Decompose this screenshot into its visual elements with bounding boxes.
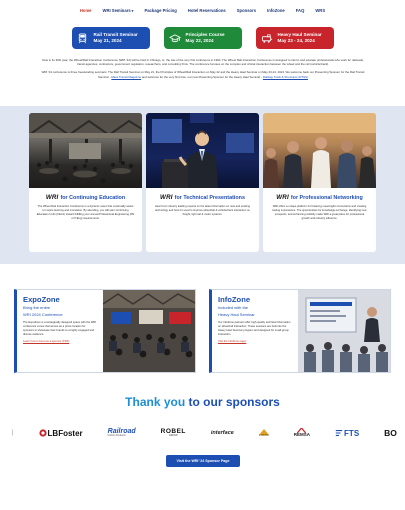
- nav-faq[interactable]: FAQ: [296, 8, 305, 13]
- nav-hotel-reservations[interactable]: Hotel Reservations: [188, 8, 226, 13]
- lbfoster-mark-icon: [38, 429, 47, 437]
- nav-home[interactable]: Home: [80, 8, 92, 13]
- remsa-name: REMSA: [293, 432, 311, 438]
- rail-transit-seminar-button[interactable]: Rail Transit Seminar May 21, 2024: [71, 27, 150, 49]
- wri-mark: WRI: [276, 194, 289, 201]
- infozone-subtitle-2: Heavy Haul Seminar: [218, 311, 255, 317]
- intro-paragraph-2: WRI '24 conference is three freestanding…: [38, 70, 368, 78]
- card-technical-presentations: WRI for Technical Presentations Hear from…: [146, 113, 259, 252]
- become-sponsor-link[interactable]: Learn how to become a sponsor (PDF): [23, 340, 97, 343]
- robel-sub: GROUP: [168, 434, 178, 438]
- principles-course-button[interactable]: Principles Course May 22, 2024: [163, 27, 242, 49]
- card-title-text: for Continuing Education: [60, 195, 126, 201]
- card-description: WRI offers a unique platform for fosteri…: [272, 205, 367, 221]
- sponsors-heading: Thank you to our sponsors: [0, 395, 405, 409]
- railroad-sub: Friction Products: [107, 434, 126, 438]
- event-date: May 22, 2024: [185, 38, 214, 43]
- networking-photo: [263, 113, 376, 188]
- expozone-description: The ExpoZone is a strategically designed…: [23, 321, 97, 337]
- graduation-cap-icon: [168, 32, 181, 44]
- nav-wri-seminars-label: WRI Seminars: [102, 7, 131, 13]
- bo-logo[interactable]: BO: [384, 428, 397, 438]
- zones: ExpoZone Bring the entire WRI 2024 Confe…: [14, 289, 391, 373]
- speaker-photo: [146, 113, 259, 188]
- sponsor-logos: | LBFoster Railroad Friction Products RO…: [12, 426, 397, 440]
- event-buttons: Rail Transit Seminar May 21, 2024 Princi…: [0, 27, 405, 49]
- expozone-subtitle-1: Bring the entire: [23, 305, 51, 311]
- intro-paragraph-1: Now in its 30th year, the Wheel/Rail Int…: [42, 58, 364, 67]
- expo-hall-photo: [103, 290, 195, 372]
- bo-name: BO: [384, 428, 397, 438]
- card-description: Hear from industry leading experts on th…: [154, 205, 250, 217]
- train-icon: [77, 32, 89, 44]
- nav-sponsors[interactable]: Sponsors: [237, 8, 256, 13]
- expozone-panel: ExpoZone Bring the entire WRI 2024 Confe…: [14, 289, 196, 373]
- card-title: WRI for Technical Presentations: [160, 194, 245, 201]
- loram-logo[interactable]: LORAM: [258, 428, 269, 438]
- fts-mark-icon: [335, 430, 343, 436]
- infozone-subtitle-1: Included with the: [218, 305, 249, 311]
- infozone-description: Our InfoZone partners offer high-quality…: [218, 321, 291, 337]
- infozone-session-photo: [298, 290, 390, 372]
- conference-hall-photo: [29, 113, 142, 188]
- fts-name: FTS: [344, 428, 360, 438]
- robel-logo[interactable]: ROBEL GROUP: [161, 428, 186, 438]
- chevron-down-icon: ▾: [131, 8, 134, 13]
- event-date: May 23 - 24, 2024: [277, 38, 315, 43]
- card-continuing-education: WRI for Continuing Education The Wheel Ra…: [29, 113, 142, 252]
- card-description: The Wheel Rail Interaction Conference is…: [36, 205, 135, 221]
- prev-arrow-icon[interactable]: |: [12, 430, 14, 436]
- nav-infozone[interactable]: InfoZone: [267, 8, 285, 13]
- intro-text: Now in its 30th year, the Wheel/Rail Int…: [38, 58, 368, 83]
- infozone-panel: InfoZone Included with the Heavy Haul Se…: [209, 289, 391, 373]
- card-title-text: for Professional Networking: [290, 195, 363, 201]
- remsa-logo[interactable]: REMSA: [294, 428, 310, 438]
- expozone-subtitle-2: WRI 2024 Conference: [23, 311, 63, 317]
- railroad-logo[interactable]: Railroad Friction Products: [108, 428, 136, 437]
- rts-link[interactable]: Railway Track & Structures (RT&S): [263, 75, 308, 79]
- lbfoster-logo[interactable]: LBFoster: [38, 428, 83, 438]
- loram-name: LORAM: [259, 433, 269, 437]
- card-title: WRI for Professional Networking: [276, 194, 363, 201]
- sponsors-heading-rest: to our sponsors: [185, 395, 280, 409]
- top-nav: Home WRI Seminars▾ Package Pricing Hotel…: [0, 0, 405, 20]
- card-title-text: for Technical Presentations: [174, 195, 245, 201]
- card-professional-networking: WRI for Professional Networking WRI offer…: [263, 113, 376, 252]
- lbfoster-name: LBFoster: [47, 428, 83, 438]
- sponsors-heading-accent: Thank you: [125, 395, 186, 409]
- event-date: May 21, 2024: [93, 38, 122, 43]
- feature-cards: WRI for Continuing Education The Wheel Ra…: [29, 113, 377, 252]
- nav-package-pricing[interactable]: Package Pricing: [144, 8, 176, 13]
- card-title: WRI for Continuing Education: [46, 194, 125, 201]
- wri-mark: WRI: [160, 194, 173, 201]
- nav-wri-seminars[interactable]: WRI Seminars▾: [103, 8, 134, 13]
- nav-wrs[interactable]: WRS: [315, 8, 325, 13]
- infozone-page-link[interactable]: Visit the InfoZone page!: [218, 340, 292, 343]
- expozone-title: ExpoZone: [23, 295, 60, 304]
- locomotive-icon: [261, 32, 273, 44]
- heavy-haul-seminar-button[interactable]: Heavy Haul Seminar May 23 - 24, 2024: [255, 27, 334, 49]
- intro-p2-part-b: and welcome for the very first time, our…: [141, 74, 263, 79]
- sponsor-page-button[interactable]: Visit the WRI '24 Sponsor Page: [166, 455, 240, 467]
- infozone-title: InfoZone: [218, 295, 251, 304]
- mass-transit-link[interactable]: Mass Transit Magazine: [111, 75, 141, 79]
- wri-mark: WRI: [45, 194, 59, 201]
- fts-logo[interactable]: FTS: [335, 429, 359, 438]
- interface-name: interface: [210, 430, 234, 436]
- interface-logo[interactable]: interface: [211, 430, 234, 436]
